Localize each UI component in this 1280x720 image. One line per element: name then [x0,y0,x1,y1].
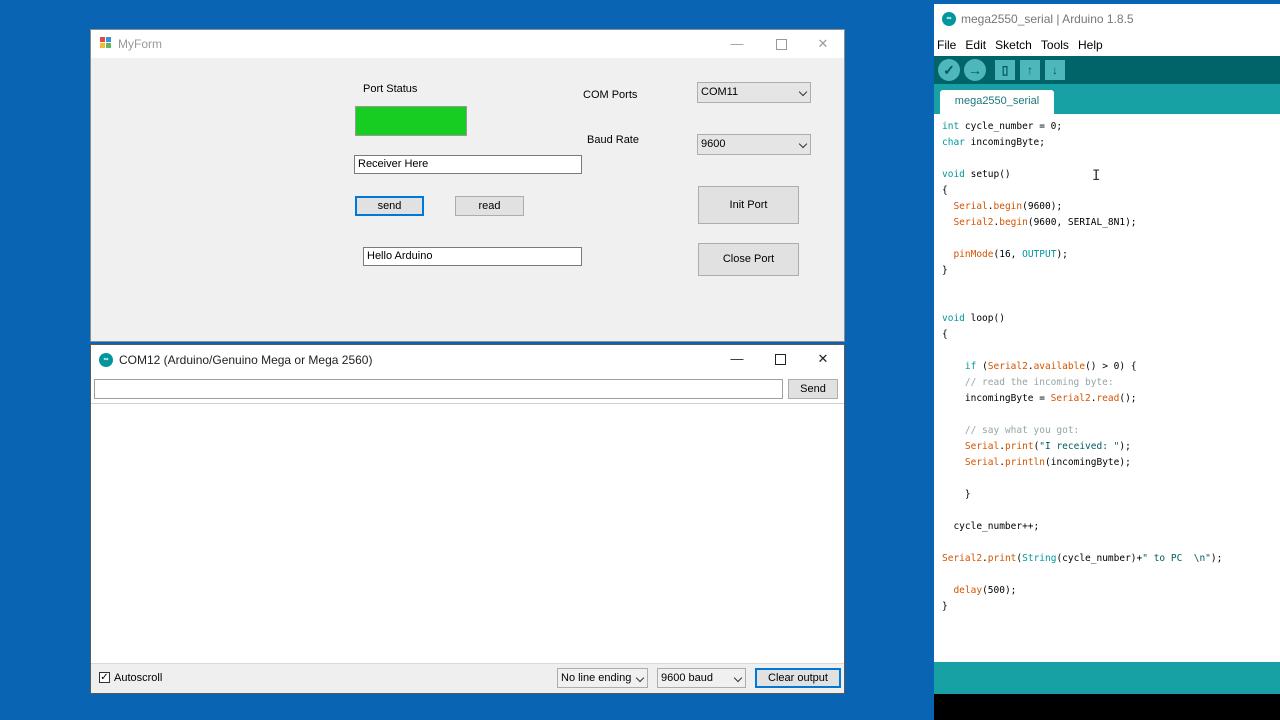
receiver-textbox[interactable]: Receiver Here [354,155,582,174]
baud-select[interactable]: 9600 baud [657,668,746,688]
com-ports-label: COM Ports [583,89,638,101]
baud-rate-label: Baud Rate [587,134,639,146]
code-line: Serial.print("I received: "); [964,441,1131,452]
serial-monitor-title: COM12 (Arduino/Genuino Mega or Mega 2560… [119,353,373,367]
code-line: void setup() [942,169,1011,180]
menu-edit[interactable]: Edit [962,34,989,56]
serial-send-button[interactable]: Send [788,379,838,399]
menu-sketch[interactable]: Sketch [992,34,1035,56]
line-ending-select[interactable]: No line ending [557,668,648,688]
code-line: void loop() [942,313,1005,324]
ide-message-bar [934,662,1280,694]
open-icon[interactable]: ↑ [1020,60,1040,80]
chevron-down-icon [733,673,743,683]
port-status-label: Port Status [363,83,418,95]
serial-monitor-footer: ✓ Autoscroll No line ending 9600 baud Cl… [91,663,844,693]
init-port-button[interactable]: Init Port [698,186,799,224]
close-port-button[interactable]: Close Port [698,243,799,276]
form-app-icon [100,37,112,49]
chevron-down-icon [798,87,808,97]
read-button[interactable]: read [455,196,524,216]
port-status-indicator [355,106,467,136]
ide-titlebar[interactable]: ∞ mega2550_serial | Arduino 1.8.5 [934,4,1280,34]
code-line: } [942,489,971,500]
code-line: // read the incoming byte: [942,377,1114,388]
code-line: int cycle_number = 0; [942,121,1063,132]
save-icon[interactable]: ↓ [1045,60,1065,80]
close-button[interactable]: ✕ [801,345,845,373]
new-icon[interactable]: ▯ [995,60,1015,80]
chevron-down-icon [635,673,645,683]
maximize-icon [775,39,787,51]
code-line: Serial2.begin(9600, SERIAL_8N1); [953,217,1137,228]
ide-toolbar: ✓ → ▯ ↑ ↓ [934,56,1280,84]
code-line: } [942,601,948,612]
upload-icon[interactable]: → [964,59,986,81]
menu-tools[interactable]: Tools [1038,34,1072,56]
tab-mega2550-serial[interactable]: mega2550_serial [940,90,1054,114]
code-line: { [942,185,948,196]
ide-menubar: File Edit Sketch Tools Help [934,34,1280,56]
serial-send-input[interactable] [94,379,783,399]
code-line: incomingByte = Serial2.read(); [942,393,1137,404]
text-cursor-icon: I [1092,168,1101,184]
minimize-button[interactable]: — [715,30,759,58]
myform-window: MyForm — ✕ Port Status COM Ports COM11 B… [90,29,845,342]
ide-console [934,694,1280,720]
code-line: delay(500); [953,585,1017,596]
serial-monitor-window: ∞ COM12 (Arduino/Genuino Mega or Mega 25… [90,344,845,694]
code-line: char incomingByte; [942,137,1045,148]
code-line: pinMode(16, OUTPUT); [953,249,1068,260]
send-button[interactable]: send [355,196,424,216]
serial-monitor-titlebar[interactable]: ∞ COM12 (Arduino/Genuino Mega or Mega 25… [91,345,844,375]
arduino-icon: ∞ [942,12,956,26]
arduino-ide-window: ∞ mega2550_serial | Arduino 1.8.5 File E… [934,4,1280,720]
code-line: // say what you got: [942,425,1080,436]
code-line: Serial.println(incomingByte); [964,457,1131,468]
message-textbox[interactable]: Hello Arduino [363,247,582,266]
minimize-button[interactable]: — [715,345,759,373]
chevron-down-icon [798,139,808,149]
com-ports-select[interactable]: COM11 [697,82,811,103]
arduino-icon: ∞ [99,353,113,367]
menu-file[interactable]: File [934,34,959,56]
close-button[interactable]: ✕ [801,30,845,58]
baud-value: 9600 baud [661,672,713,684]
com-ports-value: COM11 [701,86,739,98]
code-line: if (Serial2.available() > 0) { [964,361,1137,372]
ide-tabbar: mega2550_serial [934,84,1280,114]
clear-output-button[interactable]: Clear output [755,668,841,688]
code-line: cycle_number++; [942,521,1040,532]
baud-rate-select[interactable]: 9600 [697,134,811,155]
myform-titlebar[interactable]: MyForm — ✕ [91,30,844,58]
maximize-button[interactable] [759,30,803,58]
baud-rate-value: 9600 [701,138,726,150]
code-editor[interactable]: int cycle_number = 0; char incomingByte; … [934,114,1280,662]
code-line: Serial.begin(9600); [953,201,1063,212]
code-line: } [942,265,948,276]
ide-title: mega2550_serial | Arduino 1.8.5 [961,12,1134,26]
code-line: { [942,329,948,340]
line-ending-value: No line ending [561,672,632,684]
menu-help[interactable]: Help [1075,34,1106,56]
maximize-icon [774,354,786,366]
serial-output-area[interactable] [91,403,844,664]
autoscroll-checkbox[interactable]: ✓ [99,672,110,683]
verify-icon[interactable]: ✓ [938,59,960,81]
code-line: Serial2.print(String(cycle_number)+" to … [942,553,1223,564]
maximize-button[interactable] [758,345,802,373]
autoscroll-label: Autoscroll [114,672,163,684]
myform-title: MyForm [118,37,162,51]
